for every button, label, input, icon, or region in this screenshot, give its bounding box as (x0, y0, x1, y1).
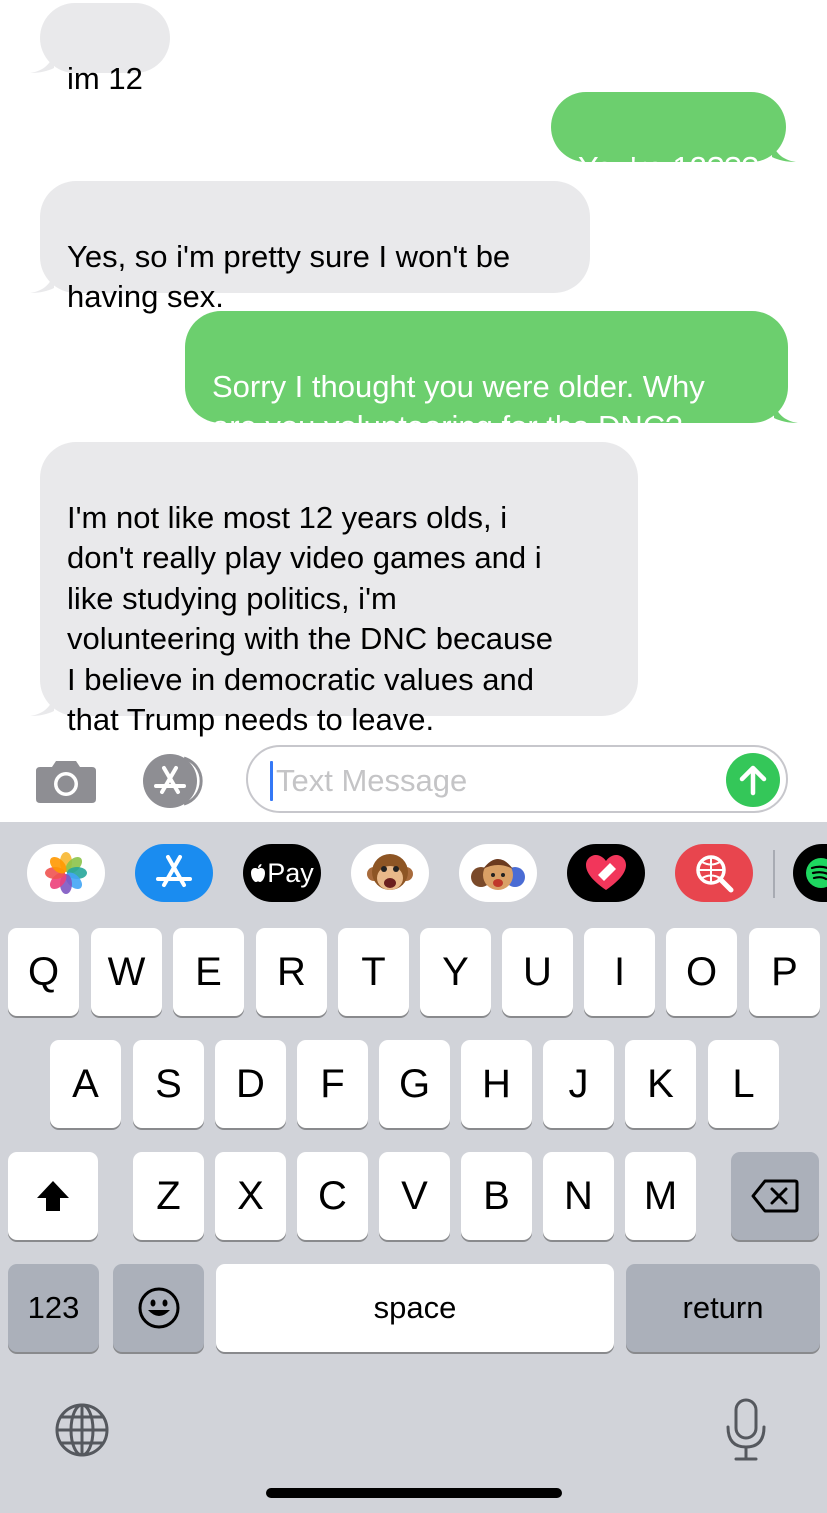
apple-pay-app-icon[interactable]: Pay (243, 844, 321, 902)
app-store-icon[interactable] (140, 754, 212, 808)
message-text-field[interactable]: Text Message (246, 745, 788, 813)
message-text: im 12 (67, 60, 143, 96)
message-bubble-incoming[interactable]: I'm not like most 12 years olds, i don't… (30, 442, 638, 737)
key-k[interactable]: K (625, 1040, 696, 1128)
keyboard: Pay Q W E R T Y U I O P A S D F G H J K … (0, 822, 827, 1513)
message-bubble-incoming[interactable]: Yes, so i'm pretty sure I won't be havin… (30, 181, 590, 314)
photos-app-icon[interactable] (27, 844, 105, 902)
home-indicator[interactable] (266, 1488, 562, 1498)
key-c[interactable]: C (297, 1152, 368, 1240)
key-y[interactable]: Y (420, 928, 491, 1016)
apple-pay-label: Pay (267, 857, 314, 888)
globe-icon[interactable] (52, 1400, 112, 1460)
numbers-key[interactable]: 123 (8, 1264, 99, 1352)
delete-icon (751, 1179, 799, 1213)
key-q[interactable]: Q (8, 928, 79, 1016)
bubble-tail-icon (774, 401, 798, 423)
key-u[interactable]: U (502, 928, 573, 1016)
key-h[interactable]: H (461, 1040, 532, 1128)
key-s[interactable]: S (133, 1040, 204, 1128)
emoji-icon (138, 1287, 179, 1329)
app-strip-divider (773, 850, 775, 898)
message-text: Sorry I thought you were older. Why are … (212, 368, 705, 445)
return-key[interactable]: return (626, 1264, 820, 1352)
message-text: I'm not like most 12 years olds, i don't… (67, 499, 553, 738)
key-a[interactable]: A (50, 1040, 121, 1128)
arrow-up-icon[interactable] (726, 753, 780, 807)
key-j[interactable]: J (543, 1040, 614, 1128)
key-m[interactable]: M (625, 1152, 696, 1240)
key-v[interactable]: V (379, 1152, 450, 1240)
message-text: Yes, so i'm pretty sure I won't be havin… (67, 238, 511, 315)
key-f[interactable]: F (297, 1040, 368, 1128)
images-search-app-icon[interactable] (675, 844, 753, 902)
bubble-tail-icon (30, 271, 54, 293)
bubble-tail-icon (771, 140, 796, 162)
imessage-app-strip: Pay (0, 822, 827, 922)
spotify-app-icon[interactable] (793, 844, 827, 902)
shift-key[interactable] (8, 1152, 98, 1240)
key-z[interactable]: Z (133, 1152, 204, 1240)
key-p[interactable]: P (749, 928, 820, 1016)
space-key[interactable]: space (216, 1264, 614, 1352)
key-n[interactable]: N (543, 1152, 614, 1240)
key-b[interactable]: B (461, 1152, 532, 1240)
key-o[interactable]: O (666, 928, 737, 1016)
apple-logo-icon (251, 864, 266, 882)
memoji-app-icon[interactable] (459, 844, 537, 902)
text-field-placeholder: Text Message (276, 763, 468, 798)
key-t[interactable]: T (338, 928, 409, 1016)
camera-icon[interactable] (34, 757, 98, 805)
microphone-icon[interactable] (722, 1397, 770, 1463)
bubble-tail-icon (30, 51, 54, 73)
message-bubble-incoming[interactable]: im 12 (30, 3, 170, 96)
shift-icon (37, 1181, 69, 1211)
key-e[interactable]: E (173, 928, 244, 1016)
animoji-app-icon[interactable] (351, 844, 429, 902)
text-cursor (270, 761, 273, 801)
digital-touch-app-icon[interactable] (567, 844, 645, 902)
key-g[interactable]: G (379, 1040, 450, 1128)
message-input-bar: Text Message (0, 740, 827, 822)
message-bubble-outgoing[interactable]: Sorry I thought you were older. Why are … (185, 311, 798, 444)
key-x[interactable]: X (215, 1152, 286, 1240)
key-w[interactable]: W (91, 928, 162, 1016)
delete-key[interactable] (731, 1152, 819, 1240)
app-store-app-icon[interactable] (135, 844, 213, 902)
message-text: You're 12??? (578, 149, 759, 185)
emoji-key[interactable] (113, 1264, 204, 1352)
key-d[interactable]: D (215, 1040, 286, 1128)
message-thread: im 12 You're 12??? Yes, so i'm pretty su… (0, 0, 827, 740)
message-bubble-outgoing[interactable]: You're 12??? (551, 92, 796, 185)
key-r[interactable]: R (256, 928, 327, 1016)
bubble-tail-icon (30, 694, 54, 716)
key-i[interactable]: I (584, 928, 655, 1016)
key-l[interactable]: L (708, 1040, 779, 1128)
